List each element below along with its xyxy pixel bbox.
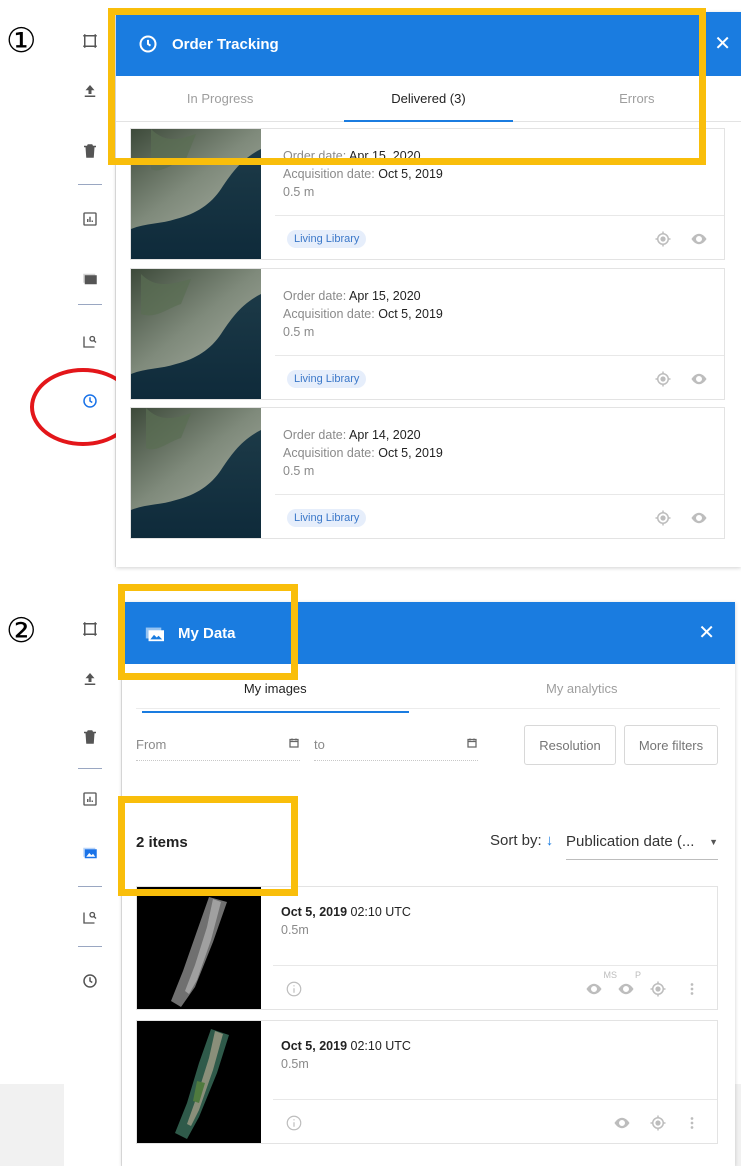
info-icon[interactable] — [283, 1112, 305, 1134]
order-date: Order date: Apr 15, 2020 — [283, 289, 421, 303]
order-tabs: In Progress Delivered (3) Errors — [116, 76, 741, 122]
calendar-icon — [288, 737, 300, 752]
sort-select[interactable]: Publication date (... ▼ — [566, 824, 718, 860]
panel-header: Order Tracking ✕ — [116, 12, 741, 76]
acquisition-date: Acquisition date: Oct 5, 2019 — [283, 307, 443, 321]
tab-errors[interactable]: Errors — [533, 76, 741, 121]
sidebar-divider — [78, 946, 102, 947]
living-library-badge: Living Library — [287, 369, 367, 388]
eye-icon[interactable] — [688, 368, 710, 390]
tab-my-analytics[interactable]: My analytics — [429, 664, 736, 712]
locate-icon[interactable] — [652, 507, 674, 529]
from-placeholder: From — [136, 737, 167, 752]
image-resolution: 0.5m — [281, 1057, 309, 1071]
more-vert-icon[interactable] — [681, 978, 703, 1000]
trash-icon[interactable] — [70, 136, 110, 166]
more-vert-icon[interactable] — [681, 1112, 703, 1134]
panel-title: My Data — [178, 624, 236, 642]
close-icon[interactable]: ✕ — [698, 623, 715, 643]
order-card[interactable]: Order date: Apr 14, 2020 Acquisition dat… — [130, 407, 725, 539]
acquisition-date: Acquisition date: Oct 5, 2019 — [283, 167, 443, 181]
sidebar-divider — [78, 184, 102, 185]
my-data-panel: My Data ✕ My images My analytics From to… — [122, 602, 735, 1166]
satellite-thumbnail — [137, 1021, 261, 1143]
resolution: 0.5 m — [283, 464, 315, 478]
resolution: 0.5 m — [283, 185, 315, 199]
sidebar-top — [64, 12, 116, 567]
panel-header: My Data ✕ — [122, 602, 735, 664]
locate-icon[interactable] — [647, 1112, 669, 1134]
to-date-field[interactable]: to — [314, 729, 478, 761]
resolution-button[interactable]: Resolution — [524, 725, 616, 765]
living-library-badge: Living Library — [287, 508, 367, 527]
tab-my-images[interactable]: My images — [122, 664, 429, 713]
upload-icon[interactable] — [70, 664, 110, 694]
analytics-icon[interactable] — [70, 204, 110, 234]
order-date: Order date: Apr 14, 2020 — [283, 428, 421, 442]
eye-icon[interactable] — [688, 507, 710, 529]
order-card[interactable]: Order date: Apr 15, 2020 Acquisition dat… — [130, 268, 725, 400]
clock-icon[interactable] — [70, 386, 110, 416]
eye-icon[interactable] — [688, 228, 710, 250]
sort-by: Sort by: ↓ — [490, 832, 557, 849]
living-library-badge: Living Library — [287, 229, 367, 248]
tab-in-progress[interactable]: In Progress — [116, 76, 324, 121]
image-search-icon[interactable] — [70, 902, 110, 932]
clock-icon — [138, 34, 158, 54]
resolution: 0.5 m — [283, 325, 315, 339]
upload-icon[interactable] — [70, 76, 110, 106]
locate-icon[interactable] — [652, 368, 674, 390]
arrow-down-icon: ↓ — [545, 832, 554, 849]
step-number-2: ② — [6, 611, 37, 651]
close-icon[interactable]: ✕ — [714, 34, 731, 54]
locate-icon[interactable] — [652, 228, 674, 250]
order-card[interactable]: Order date: Apr 15, 2020 Acquisition dat… — [130, 128, 725, 260]
locate-icon[interactable] — [647, 978, 669, 1000]
image-resolution: 0.5m — [281, 923, 309, 937]
dropdown-arrow-icon: ▼ — [709, 836, 718, 847]
my-data-tabs: My images My analytics — [122, 664, 736, 713]
sidebar-divider — [78, 304, 102, 305]
p-label: P — [634, 970, 641, 980]
sidebar-divider — [78, 768, 102, 769]
to-placeholder: to — [314, 737, 325, 752]
eye-ms-icon[interactable] — [583, 978, 605, 1000]
analytics-icon[interactable] — [70, 784, 110, 814]
image-date: Oct 5, 2019 02:10 UTC — [281, 1039, 411, 1053]
panel-title: Order Tracking — [172, 35, 279, 53]
tab-delivered[interactable]: Delivered (3) — [324, 76, 532, 122]
from-date-field[interactable]: From — [136, 729, 300, 761]
clock-icon[interactable] — [70, 966, 110, 996]
satellite-thumbnail — [131, 269, 261, 399]
step-number-1: ① — [6, 21, 37, 61]
eye-icon[interactable] — [611, 1112, 633, 1134]
gallery-icon — [144, 623, 166, 643]
info-icon[interactable] — [283, 978, 305, 1000]
gallery-icon[interactable] — [70, 264, 110, 294]
image-card[interactable]: Oct 5, 2019 02:10 UTC 0.5m — [136, 1020, 718, 1144]
eye-p-icon[interactable] — [615, 978, 637, 1000]
trash-icon[interactable] — [70, 722, 110, 752]
more-filters-button[interactable]: More filters — [624, 725, 718, 765]
satellite-thumbnail — [131, 408, 261, 538]
satellite-thumbnail — [131, 129, 261, 259]
gallery-icon[interactable] — [70, 838, 110, 868]
sidebar-divider — [78, 886, 102, 887]
sort-value: Publication date (... — [566, 833, 695, 850]
tabs-divider — [136, 708, 720, 709]
sidebar-bottom — [64, 600, 122, 1166]
crop-icon[interactable] — [70, 26, 110, 56]
order-tracking-panel: Order Tracking ✕ In Progress Delivered (… — [116, 12, 741, 567]
satellite-thumbnail — [137, 887, 261, 1009]
acquisition-date: Acquisition date: Oct 5, 2019 — [283, 446, 443, 460]
image-date: Oct 5, 2019 02:10 UTC — [281, 905, 411, 919]
sort-label: Sort by: — [490, 832, 542, 849]
image-search-icon[interactable] — [70, 326, 110, 356]
items-count: 2 items — [136, 834, 188, 851]
calendar-icon — [466, 737, 478, 752]
crop-icon[interactable] — [70, 614, 110, 644]
image-card[interactable]: Oct 5, 2019 02:10 UTC 0.5m MS P — [136, 886, 718, 1010]
order-date: Order date: Apr 15, 2020 — [283, 149, 421, 163]
